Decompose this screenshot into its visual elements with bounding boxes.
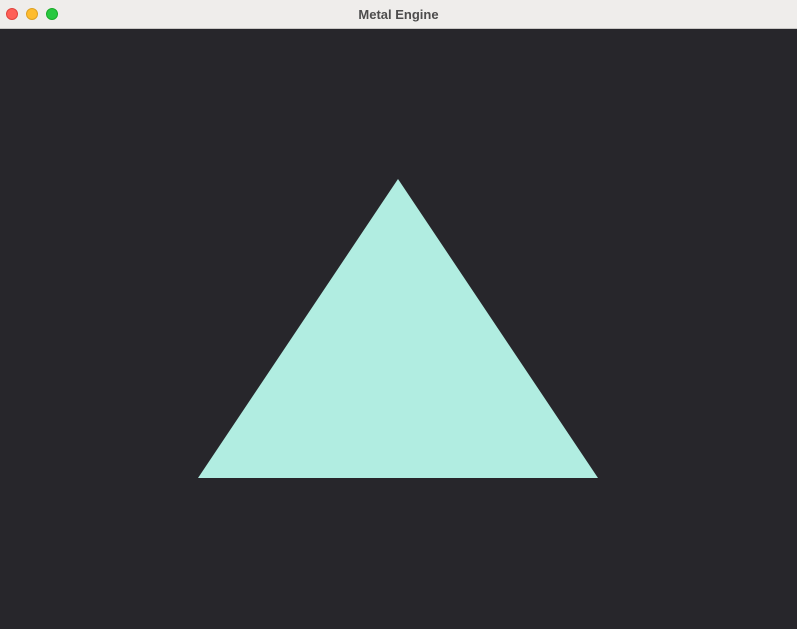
rendered-triangle <box>198 179 598 478</box>
window-titlebar[interactable]: Metal Engine <box>0 0 797 29</box>
metal-render-viewport[interactable] <box>0 29 797 629</box>
app-window: Metal Engine <box>0 0 797 629</box>
render-canvas <box>198 179 598 478</box>
window-title: Metal Engine <box>358 7 439 22</box>
